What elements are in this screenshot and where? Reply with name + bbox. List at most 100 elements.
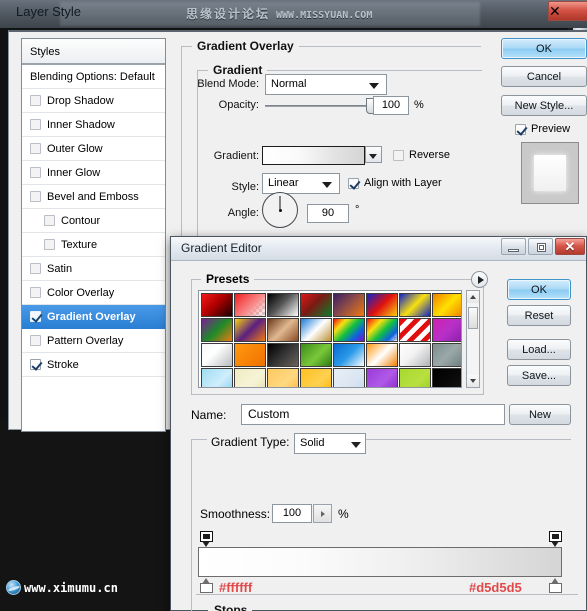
- preset-swatch-purple[interactable]: [366, 368, 398, 387]
- smoothness-value[interactable]: 100: [272, 504, 312, 523]
- gradient-new-button[interactable]: New: [509, 404, 571, 425]
- style-item-checkbox[interactable]: [44, 215, 55, 226]
- preview-checkbox[interactable]: [515, 123, 526, 135]
- presets-swatch-area[interactable]: [198, 290, 462, 388]
- preset-swatch-magenta-purple[interactable]: [432, 318, 461, 342]
- preset-swatch-violet-green-orange[interactable]: [201, 318, 233, 342]
- style-item-checkbox[interactable]: [30, 143, 41, 154]
- ok-button[interactable]: OK: [501, 38, 587, 59]
- gradient-picker-button[interactable]: [365, 146, 382, 163]
- presets-scrollbar[interactable]: [466, 290, 480, 388]
- preset-swatch-light-orange[interactable]: [267, 368, 299, 387]
- opacity-value[interactable]: 100: [373, 96, 409, 115]
- blend-mode-select[interactable]: Normal: [265, 74, 387, 95]
- style-item-gradient-overlay[interactable]: Gradient Overlay: [22, 305, 165, 329]
- opacity-stop-left[interactable]: [200, 578, 213, 593]
- preset-swatch-blue-yellow-blue[interactable]: [399, 293, 431, 317]
- minimize-button[interactable]: [501, 238, 526, 255]
- preset-swatch-blue-white[interactable]: [333, 343, 365, 367]
- preset-swatch-steel-gray[interactable]: [432, 343, 461, 367]
- preset-swatch-black-charcoal[interactable]: [267, 343, 299, 367]
- color-stop-right-top[interactable]: [549, 531, 562, 547]
- style-item-outer-glow[interactable]: Outer Glow: [22, 137, 165, 161]
- gradient-editor-ok-button[interactable]: OK: [507, 279, 571, 300]
- preset-swatch-red-green[interactable]: [300, 293, 332, 317]
- gradient-editor-reset-button[interactable]: Reset: [507, 305, 571, 326]
- gradient-preview-swatch[interactable]: [262, 146, 382, 165]
- preset-swatch-pale-yellow[interactable]: [234, 368, 266, 387]
- style-item-checkbox[interactable]: [30, 263, 41, 274]
- gradient-editor-load-button[interactable]: Load...: [507, 339, 571, 360]
- preset-swatch-transparent-rainbow[interactable]: [366, 318, 398, 342]
- cancel-button[interactable]: Cancel: [501, 66, 587, 87]
- style-item-contour[interactable]: Contour: [22, 209, 165, 233]
- align-with-layer-row[interactable]: Align with Layer: [348, 177, 442, 189]
- style-item-pattern-overlay[interactable]: Pattern Overlay: [22, 329, 165, 353]
- preset-swatch-orange-yellow[interactable]: [432, 293, 461, 317]
- angle-value[interactable]: 90: [307, 204, 349, 223]
- style-item-checkbox[interactable]: [30, 167, 41, 178]
- style-select[interactable]: Linear: [262, 173, 340, 194]
- style-item-checkbox[interactable]: [30, 335, 41, 346]
- preset-swatch-green-dots[interactable]: [300, 343, 332, 367]
- reverse-checkbox[interactable]: [393, 149, 404, 161]
- style-item-stroke[interactable]: Stroke: [22, 353, 165, 377]
- watermark-bottom-text: www.ximumu.cn: [24, 580, 118, 595]
- preset-swatch-black-white[interactable]: [267, 293, 299, 317]
- style-item-texture[interactable]: Texture: [22, 233, 165, 257]
- opacity-stop-right[interactable]: [549, 578, 562, 593]
- preset-swatch-yellow-violet-orange[interactable]: [234, 318, 266, 342]
- scroll-down-icon[interactable]: [467, 375, 479, 387]
- preset-swatch-pale-blue[interactable]: [333, 368, 365, 387]
- preset-swatch-lime[interactable]: [399, 368, 431, 387]
- preset-swatch-orange-white[interactable]: [366, 343, 398, 367]
- preview-row[interactable]: Preview: [515, 123, 570, 135]
- maximize-button[interactable]: [528, 238, 553, 255]
- angle-dial[interactable]: [262, 192, 298, 228]
- style-item-checkbox[interactable]: [30, 95, 41, 106]
- preset-swatch-white-gray[interactable]: [399, 343, 431, 367]
- preset-swatch-red-black[interactable]: [201, 293, 233, 317]
- style-item-checkbox[interactable]: [30, 359, 41, 370]
- color-stop-left-top[interactable]: [200, 531, 213, 547]
- gradient-type-select[interactable]: Solid: [294, 433, 366, 454]
- presets-menu-button[interactable]: [471, 271, 488, 288]
- style-label: Style:: [231, 181, 259, 193]
- style-item-drop-shadow[interactable]: Drop Shadow: [22, 89, 165, 113]
- scrollbar-thumb[interactable]: [468, 307, 478, 329]
- preset-swatch-red-stripes[interactable]: [399, 318, 431, 342]
- style-item-checkbox[interactable]: [44, 239, 55, 250]
- scroll-up-icon[interactable]: [467, 291, 479, 303]
- style-item-checkbox[interactable]: [30, 191, 41, 202]
- style-item-bevel-and-emboss[interactable]: Bevel and Emboss: [22, 185, 165, 209]
- preset-swatch-light-blue[interactable]: [201, 368, 233, 387]
- smoothness-stepper[interactable]: [313, 504, 332, 523]
- align-with-layer-checkbox[interactable]: [348, 177, 359, 189]
- preset-swatch-spectrum[interactable]: [333, 318, 365, 342]
- preset-swatch-orange-solid[interactable]: [234, 343, 266, 367]
- reverse-checkbox-row[interactable]: Reverse: [393, 149, 450, 161]
- layer-style-close-button[interactable]: ✕: [548, 1, 587, 21]
- style-item-color-overlay[interactable]: Color Overlay: [22, 281, 165, 305]
- style-item-inner-glow[interactable]: Inner Glow: [22, 161, 165, 185]
- style-item-checkbox[interactable]: [30, 311, 41, 322]
- style-item-inner-shadow[interactable]: Inner Shadow: [22, 113, 165, 137]
- preset-swatch-blue-gold[interactable]: [300, 318, 332, 342]
- preset-swatch-red-transparent[interactable]: [234, 293, 266, 317]
- style-item-satin[interactable]: Satin: [22, 257, 165, 281]
- preset-swatch-copper[interactable]: [267, 318, 299, 342]
- preset-swatch-amber[interactable]: [300, 368, 332, 387]
- preset-swatch-silver[interactable]: [201, 343, 233, 367]
- gradient-editor-close-button[interactable]: ✕: [555, 238, 585, 255]
- style-item-blending-options-default[interactable]: Blending Options: Default: [22, 65, 165, 89]
- new-style-button[interactable]: New Style...: [501, 95, 587, 116]
- gradient-name-input[interactable]: Custom: [241, 404, 505, 425]
- style-item-checkbox[interactable]: [30, 119, 41, 130]
- gradient-editor-save-button[interactable]: Save...: [507, 365, 571, 386]
- preset-swatch-blue-red-yellow[interactable]: [366, 293, 398, 317]
- opacity-slider[interactable]: [265, 96, 377, 116]
- style-item-checkbox[interactable]: [30, 287, 41, 298]
- gradient-strip[interactable]: [198, 547, 562, 577]
- preset-swatch-black-fade[interactable]: [432, 368, 461, 387]
- preset-swatch-violet-orange[interactable]: [333, 293, 365, 317]
